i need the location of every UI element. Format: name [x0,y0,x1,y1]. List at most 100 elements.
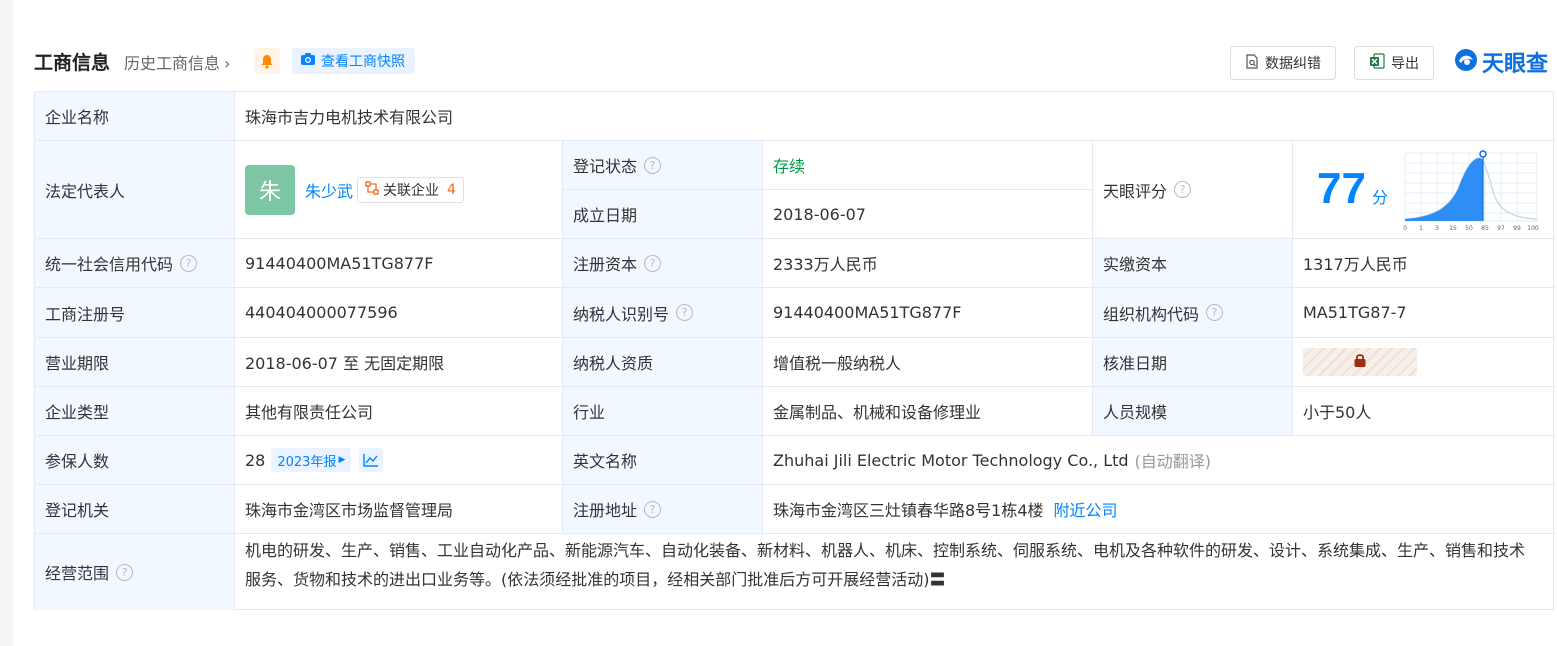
label-reg-number: 工商注册号 [35,288,235,338]
taxpayer-qual: 增值税一般纳税人 [763,338,1093,387]
snapshot-button[interactable]: 查看工商快照 [292,48,415,74]
scope-label-text: 经营范围 [45,564,110,583]
tianyancha-logo: 天眼查 [1454,46,1548,78]
related-companies-label: 关联企业 [383,182,440,199]
reg-capital: 2333万人民币 [763,239,1093,288]
company-name: 珠海市吉力电机技术有限公司 [235,92,1555,141]
snapshot-button-label: 查看工商快照 [321,54,405,70]
excel-icon [1369,53,1385,73]
label-org-code: 组织机构代码? [1093,288,1293,338]
business-info-table: 企业名称 珠海市吉力电机技术有限公司 法定代表人 朱 朱少武 关联企业 4 登记… [34,91,1555,610]
help-icon[interactable]: ? [1174,181,1192,198]
address-label-text: 注册地址 [573,501,638,520]
tianyan-score-cell[interactable]: 77 分 0 1 3 15 50 85 97 99 100 [1293,141,1555,239]
svg-text:3: 3 [1435,225,1439,232]
approve-date-cell [1293,338,1555,387]
annual-report-label: 2023年报 [277,454,337,470]
org-code: MA51TG87-7 [1293,288,1555,338]
credit-label-text: 统一社会信用代码 [45,255,174,274]
svg-text:0: 0 [1403,225,1407,232]
reg-address: 珠海市金湾区三灶镇春华路8号1栋4楼 [773,501,1044,520]
label-reg-status: 登记状态? [563,141,763,190]
label-business-scope: 经营范围? [35,534,235,610]
staff-size: 小于50人 [1293,387,1555,436]
export-label: 导出 [1391,56,1419,72]
section-title: 工商信息 [34,52,111,74]
annual-report-button[interactable]: 2023年报 ▶ [271,448,352,472]
help-icon[interactable]: ? [180,254,198,272]
section-header: 工商信息 历史工商信息 › 查看工商快照 数据纠错 导出 天眼查 [34,42,1557,82]
left-gutter [0,0,13,646]
industry: 金属制品、机械和设备修理业 [763,387,1093,436]
svg-text:99: 99 [1513,225,1521,232]
english-name: Zhuhai Jili Electric Motor Technology Co… [773,450,1129,470]
bell-icon[interactable] [254,48,280,74]
help-icon[interactable]: ? [644,500,662,518]
history-link[interactable]: 历史工商信息 › [124,50,230,74]
network-icon [365,180,379,199]
label-credit-code: 统一社会信用代码? [35,239,235,288]
score-distribution-chart: 0 1 3 15 50 85 97 99 100 [1403,150,1539,232]
help-icon[interactable]: ? [644,254,662,272]
logo-mark-icon [1454,48,1478,76]
legal-rep-name[interactable]: 朱少武 [305,178,353,202]
taxpayer-id: 91440400MA51TG877F [763,288,1093,338]
label-insured-count: 参保人数 [35,436,235,485]
label-reg-address: 注册地址? [563,485,763,534]
english-name-cell: Zhuhai Jili Electric Motor Technology Co… [763,436,1555,485]
svg-text:100: 100 [1527,225,1539,232]
label-taxpayer-id: 纳税人识别号? [563,288,763,338]
lock-icon [1353,352,1367,372]
label-staff-size: 人员规模 [1093,387,1293,436]
avatar[interactable]: 朱 [245,164,295,215]
tianyan-score-label-text: 天眼评分 [1103,181,1168,201]
legal-rep-cell: 朱 朱少武 关联企业 4 [235,141,563,239]
label-reg-capital: 注册资本? [563,239,763,288]
label-company-type: 企业类型 [35,387,235,436]
svg-text:50: 50 [1465,225,1473,232]
insured-cell: 28 2023年报 ▶ [235,436,563,485]
history-link-label: 历史工商信息 [124,54,221,73]
label-reg-authority: 登记机关 [35,485,235,534]
reg-authority: 珠海市金湾区市场监督管理局 [235,485,563,534]
score-value: 77 [1317,164,1366,213]
label-paid-capital: 实缴资本 [1093,239,1293,288]
label-taxpayer-qual: 纳税人资质 [563,338,763,387]
paid-capital: 1317万人民币 [1293,239,1555,288]
related-companies-button[interactable]: 关联企业 4 [357,176,464,203]
help-icon[interactable]: ? [116,563,134,581]
label-tianyan-score: 天眼评分? [1093,141,1293,239]
founded-date: 2018-06-07 [763,190,1093,239]
data-correction-label: 数据纠错 [1265,56,1321,72]
locked-content[interactable] [1303,348,1417,376]
nearby-companies-link[interactable]: 附近公司 [1054,497,1118,521]
reg-status-value: 存续 [763,141,1093,190]
company-type: 其他有限责任公司 [235,387,563,436]
trend-chart-icon[interactable] [359,448,384,472]
reg-address-cell: 珠海市金湾区三灶镇春华路8号1栋4楼 附近公司 [763,485,1555,534]
logo-text: 天眼查 [1482,52,1549,77]
label-approve-date: 核准日期 [1093,338,1293,387]
business-scope: 机电的研发、生产、销售、工业自动化产品、新能源汽车、自动化装备、新材料、机器人、… [245,541,1526,589]
help-icon[interactable]: ? [676,304,694,321]
label-company-name: 企业名称 [35,92,235,141]
caret-right-icon: ▶ [338,455,346,465]
insured-count: 28 [245,450,266,470]
label-legal-rep: 法定代表人 [35,141,235,239]
label-founded: 成立日期 [563,190,763,239]
help-icon[interactable]: ? [1206,304,1224,321]
label-business-term: 营业期限 [35,338,235,387]
business-term: 2018-06-07 至 无固定期限 [235,338,563,387]
help-icon[interactable]: ? [644,156,662,174]
capital-label-text: 注册资本 [573,255,638,274]
document-search-icon [1245,53,1259,73]
taxid-label-text: 纳税人识别号 [573,304,670,324]
export-button[interactable]: 导出 [1354,46,1434,80]
camera-icon [300,52,316,70]
svg-text:15: 15 [1449,225,1457,232]
label-industry: 行业 [563,387,763,436]
data-correction-button[interactable]: 数据纠错 [1230,46,1336,80]
credit-code: 91440400MA51TG877F [235,239,563,288]
label-english-name: 英文名称 [563,436,763,485]
auto-translate-note: (自动翻译) [1134,452,1212,471]
